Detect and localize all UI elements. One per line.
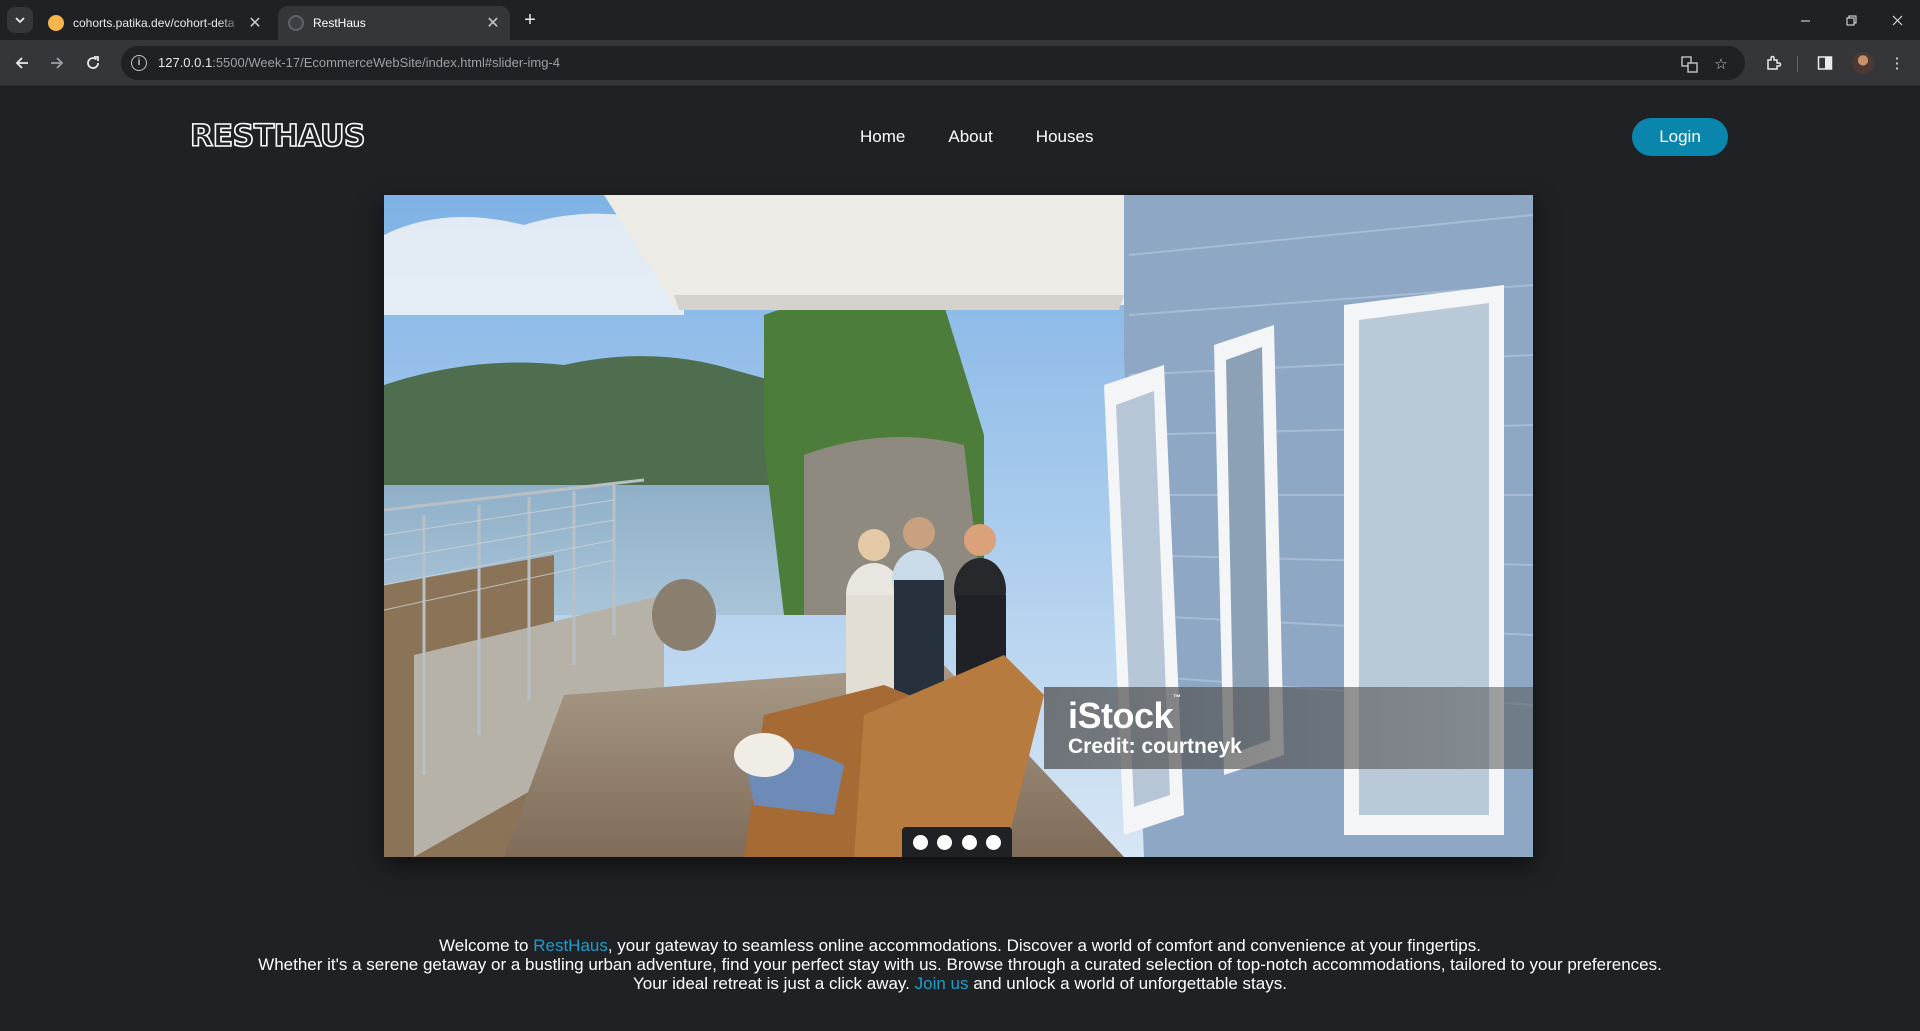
reload-icon[interactable] bbox=[78, 48, 108, 78]
nav-houses-link[interactable]: Houses bbox=[1036, 127, 1094, 147]
restore-icon[interactable] bbox=[1828, 0, 1874, 40]
browser-tab-cohorts[interactable]: cohorts.patika.dev/cohort-deta ✕ bbox=[38, 6, 272, 40]
browser-tab-resthaus[interactable]: RestHaus ✕ bbox=[278, 6, 510, 40]
intro-text: Welcome to RestHaus, your gateway to sea… bbox=[0, 936, 1920, 993]
intro-brand-name: RestHaus bbox=[533, 936, 608, 955]
slider-dot-3[interactable] bbox=[961, 834, 977, 850]
site-info-icon[interactable]: i bbox=[131, 55, 147, 71]
intro-line-3: Your ideal retreat is just a click away.… bbox=[0, 974, 1920, 993]
slider-dot-4[interactable] bbox=[986, 834, 1002, 850]
close-icon[interactable]: ✕ bbox=[482, 12, 504, 34]
intro-line-3-post: and unlock a world of unforgettable stay… bbox=[968, 974, 1287, 993]
login-button[interactable]: Login bbox=[1632, 118, 1728, 156]
watermark-brand: iStock™ bbox=[1068, 693, 1181, 737]
toolbar-divider bbox=[1797, 56, 1798, 72]
join-us-link[interactable]: Join us bbox=[915, 974, 969, 993]
tab-title: cohorts.patika.dev/cohort-deta bbox=[73, 16, 235, 30]
browser-tab-strip: cohorts.patika.dev/cohort-deta ✕ RestHau… bbox=[0, 0, 1920, 40]
slider-dot-1[interactable] bbox=[912, 834, 928, 850]
extensions-icon[interactable] bbox=[1761, 51, 1785, 75]
intro-line-3-pre: Your ideal retreat is just a click away. bbox=[633, 974, 915, 993]
plus-icon[interactable]: + bbox=[518, 8, 542, 32]
nav-about-link[interactable]: About bbox=[948, 127, 992, 147]
slider-dot-2[interactable] bbox=[937, 834, 953, 850]
main-nav: Home About Houses bbox=[860, 127, 1093, 147]
favicon-icon bbox=[288, 15, 304, 31]
avatar[interactable] bbox=[1852, 52, 1874, 74]
site-header: RESTHAUS Home About Houses Login bbox=[0, 87, 1920, 183]
address-bar[interactable]: i 127.0.0.1:5500/Week-17/EcommerceWebSit… bbox=[121, 46, 1745, 80]
tab-search-icon[interactable] bbox=[7, 7, 33, 33]
menu-kebab-icon[interactable]: ⋮ bbox=[1885, 51, 1909, 75]
site-logo[interactable]: RESTHAUS bbox=[189, 118, 366, 155]
url-host: 127.0.0.1 bbox=[158, 55, 213, 70]
close-window-icon[interactable] bbox=[1874, 0, 1920, 40]
favicon-icon bbox=[48, 15, 64, 31]
translate-icon[interactable] bbox=[1679, 54, 1699, 74]
minimize-icon[interactable] bbox=[1782, 0, 1828, 40]
image-slider: iStock™ Credit: courtneyk bbox=[384, 195, 1533, 857]
back-arrow-icon[interactable] bbox=[7, 48, 37, 78]
browser-toolbar: i 127.0.0.1:5500/Week-17/EcommerceWebSit… bbox=[0, 40, 1920, 86]
watermark-brand-text: iStock bbox=[1068, 695, 1174, 736]
intro-line-1-pre: Welcome to bbox=[439, 936, 534, 955]
forward-arrow-icon[interactable] bbox=[42, 48, 72, 78]
intro-line-1-post: , your gateway to seamless online accomm… bbox=[607, 936, 1481, 955]
bookmark-star-icon[interactable]: ☆ bbox=[1711, 54, 1731, 74]
slider-pagination bbox=[902, 827, 1012, 857]
close-icon[interactable]: ✕ bbox=[244, 12, 266, 34]
watermark-credit: Credit: courtneyk bbox=[1068, 735, 1242, 758]
url-text[interactable]: 127.0.0.1:5500/Week-17/EcommerceWebSite/… bbox=[158, 55, 560, 70]
tab-title: RestHaus bbox=[313, 16, 366, 30]
intro-line-2: Whether it's a serene getaway or a bustl… bbox=[258, 955, 1662, 974]
side-panel-icon[interactable] bbox=[1813, 51, 1837, 75]
url-path: :5500/Week-17/EcommerceWebSite/index.htm… bbox=[212, 55, 560, 70]
intro-line-1: Welcome to RestHaus, your gateway to sea… bbox=[0, 936, 1920, 955]
nav-home-link[interactable]: Home bbox=[860, 127, 905, 147]
trademark-mark: ™ bbox=[1173, 693, 1181, 702]
